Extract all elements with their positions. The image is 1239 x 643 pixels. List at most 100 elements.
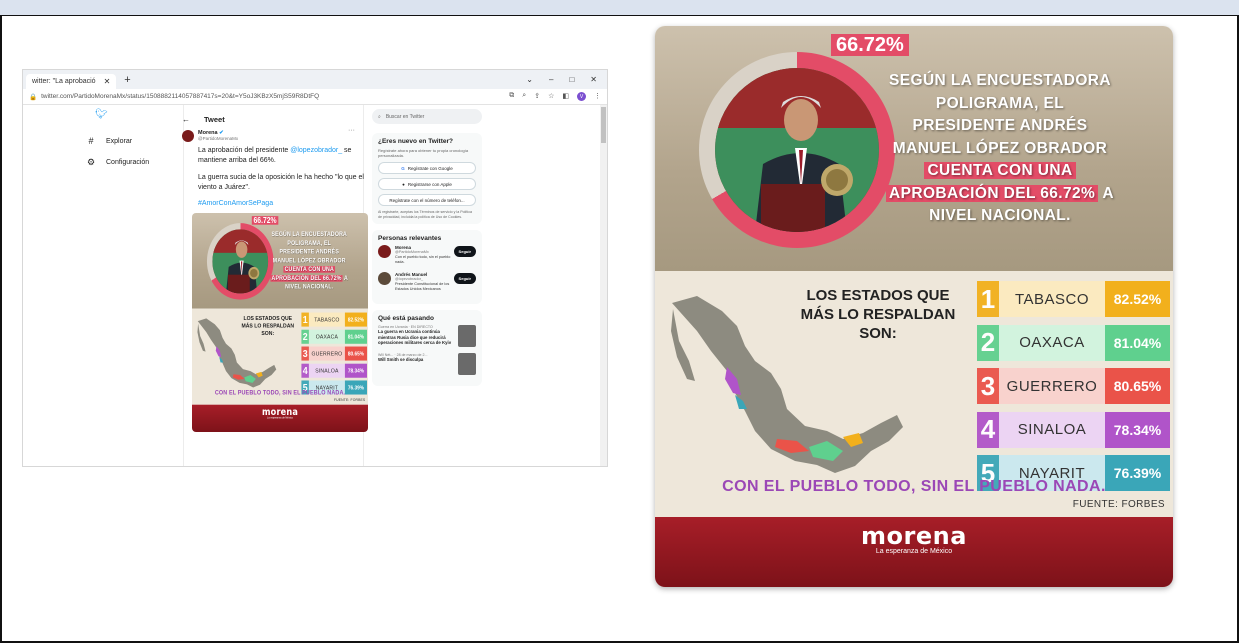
morena-logo: morena La esperanza de México (192, 407, 368, 420)
slogan: CON EL PUEBLO TODO, SIN EL PUEBLO NADA. (214, 389, 346, 397)
state-name: TABASCO (308, 312, 345, 327)
account-handle: @PartidoMorenaMx (395, 250, 429, 255)
account-bio: Presidente Constitucional de los Estados… (395, 282, 450, 292)
tweet-text-2: La guerra sucia de la oposición le ha he… (198, 174, 364, 191)
percentage-label: 66.72% (251, 216, 279, 225)
headline-line: SEGÚN LA ENCUESTADORA (271, 230, 347, 238)
headline: SEGÚN LA ENCUESTADORA POLIGRAMA, EL PRESID… (845, 70, 1155, 228)
state-rank: 3 (977, 368, 999, 404)
list-item[interactable]: Will Nét... · 28 de marzo de 2... Will S… (378, 353, 476, 376)
state-row: 2 OAXACA 81.04% (301, 329, 367, 344)
toolbar-icons: ⧉ ⌕ ⇪ ☆ ◧ V ⋮ (509, 92, 601, 101)
new-tab-icon[interactable]: + (124, 74, 130, 86)
zoom-icon[interactable]: ⌕ (522, 92, 526, 101)
states-ranking: 1 TABASCO 82.52% 2 OAXACA 81.04% 3 GUERRERO 80.6… (301, 312, 367, 398)
state-name: SINALOA (999, 411, 1105, 448)
install-icon[interactable]: ⧉ (509, 92, 514, 101)
trend-text: La guerra en Ucrania continúa mientras R… (378, 329, 452, 345)
source-label: FUENTE: FORBES (1072, 499, 1165, 510)
state-name: OAXACA (308, 329, 345, 344)
account-bio: Con el pueblo todo, sin el pueblo nada. (395, 255, 451, 265)
sidepanel-icon[interactable]: ◧ (562, 92, 569, 101)
state-value: 81.04% (344, 329, 367, 344)
twitter-bird-icon[interactable]: 🐦︎ (95, 109, 183, 120)
account-handle: @lopezobrador_ (395, 277, 424, 282)
share-icon[interactable]: ⇪ (534, 92, 540, 101)
search-placeholder: Buscar en Twitter (385, 113, 425, 120)
state-rank: 3 (301, 346, 309, 361)
signup-subtitle: Regístrate ahora para obtener tu propia … (378, 148, 469, 158)
states-title: LOS ESTADOS QUE MÁS LO RESPALDAN SON: (800, 287, 956, 342)
follow-button[interactable]: Seguir (453, 273, 476, 285)
state-name: SINALOA (308, 363, 345, 378)
tweet-image[interactable]: 66.72% SEGÚN LA ENCUESTADORA POLIGRAMA, E… (192, 213, 368, 432)
scrollbar[interactable] (600, 105, 607, 466)
state-rank: 4 (977, 411, 999, 448)
state-row: 2 OAXACA 81.04% (977, 324, 1170, 361)
scrollbar-thumb[interactable] (601, 107, 606, 143)
infographic-content: 66.72% SEGÚN LA ENCUESTADORA POLIGRAMA, E… (655, 26, 1173, 587)
tweet-text: La aprobación del presidente @lopezobrad… (198, 147, 352, 164)
morena-logo: morena La esperanza de México (655, 522, 1173, 555)
list-item[interactable]: Andrés Manuel @lopezobrador_ Presidente … (378, 272, 476, 292)
profile-avatar[interactable]: V (577, 92, 586, 101)
mention-link[interactable]: @lopezobrador_ (290, 147, 342, 154)
headline-line: MANUEL LÓPEZ OBRADOR (272, 257, 346, 264)
tweet-header-title: Tweet (204, 115, 225, 124)
hashtag-link[interactable]: #AmorConAmorSePaga (198, 200, 364, 207)
state-rank: 4 (301, 363, 309, 378)
headline: SEGÚN LA ENCUESTADORA POLIGRAMA, EL PRESID… (257, 230, 362, 291)
relevant-people-card: Personas relevantes Morena @PartidoMoren… (372, 230, 482, 305)
signup-card: ¿Eres nuevo en Twitter? Regístrate ahora… (372, 133, 482, 225)
nav-item-configuracion[interactable]: ⚙ Configuración (86, 153, 183, 171)
minimize-icon[interactable]: – (549, 75, 553, 84)
trend-thumbnail (458, 325, 476, 348)
follow-button[interactable]: Seguir (453, 246, 476, 258)
browser-tab[interactable]: witter: "La aprobació ✕ (26, 74, 117, 89)
maximize-icon[interactable]: □ (569, 75, 574, 84)
more-options-icon[interactable]: ··· (348, 127, 355, 134)
right-sidebar: ⌕ Buscar en Twitter ¿Eres nuevo en Twitt… (364, 105, 509, 466)
state-value: 80.65% (1105, 368, 1170, 404)
avatar[interactable] (378, 245, 391, 259)
apple-signup-button[interactable]: ● Registrarse con Apple (378, 178, 476, 190)
list-item[interactable]: Guerra en Ucrania · EN DIRECTO La guerra… (378, 325, 476, 348)
avatar[interactable] (182, 130, 194, 142)
list-item[interactable]: Morena @PartidoMorenaMx Con el pueblo to… (378, 245, 476, 265)
nav-item-explorar[interactable]: # Explorar (86, 132, 183, 150)
bookmark-star-icon[interactable]: ☆ (548, 92, 554, 101)
state-name: GUERRERO (308, 346, 345, 361)
relevant-title: Personas relevantes (378, 235, 442, 243)
author-handle[interactable]: @PartidoMorenaMx (198, 136, 364, 141)
state-rank: 1 (301, 312, 309, 327)
search-input[interactable]: ⌕ Buscar en Twitter (372, 109, 482, 124)
state-value: 80.65% (344, 346, 367, 361)
state-value: 81.04% (1105, 324, 1170, 361)
close-tab-icon[interactable]: ✕ (104, 77, 111, 86)
state-row: 3 GUERRERO 80.65% (301, 346, 367, 361)
headline-line: MANUEL LÓPEZ OBRADOR (892, 139, 1108, 157)
phone-signup-button[interactable]: Regístrate con el número de teléfon... (378, 194, 476, 206)
tab-search-icon[interactable]: ⌄ (526, 75, 533, 84)
state-value: 78.34% (344, 363, 367, 378)
window-controls: ⌄ – □ ✕ (526, 75, 607, 84)
tweet-body: Morena ✔ @PartidoMorenaMx La aprobación … (192, 130, 368, 432)
left-nav: 🐦︎ # Explorar ⚙ Configuración (23, 105, 183, 466)
close-window-icon[interactable]: ✕ (590, 75, 597, 84)
menu-dots-icon[interactable]: ⋮ (594, 92, 601, 101)
trend-thumbnail (458, 353, 476, 376)
address-bar[interactable]: 🔒 twitter.com/PartidoMorenaMx/status/150… (23, 89, 607, 105)
infographic-image: 66.72% SEGÚN LA ENCUESTADORA POLIGRAMA, E… (655, 26, 1173, 587)
state-name: GUERRERO (999, 368, 1105, 404)
url-text[interactable]: twitter.com/PartidoMorenaMx/status/15088… (41, 93, 509, 100)
states-ranking: 1 TABASCO 82.52% 2 OAXACA 81.04% 3 GUERRERO 80.6… (977, 281, 1170, 499)
state-value: 82.52% (1105, 281, 1170, 317)
headline-line: PRESIDENTE ANDRÉS (912, 117, 1088, 134)
headline-line: CUENTA CON UNA (845, 160, 1155, 183)
avatar[interactable] (378, 272, 391, 286)
back-arrow-icon[interactable]: ← (182, 115, 190, 124)
lock-icon[interactable]: 🔒 (29, 93, 37, 101)
google-signup-button[interactable]: G Regístrate con Google (378, 162, 476, 174)
tab-bar: witter: "La aprobació ✕ + ⌄ – □ ✕ (23, 70, 607, 89)
apple-icon: ● (402, 181, 405, 187)
